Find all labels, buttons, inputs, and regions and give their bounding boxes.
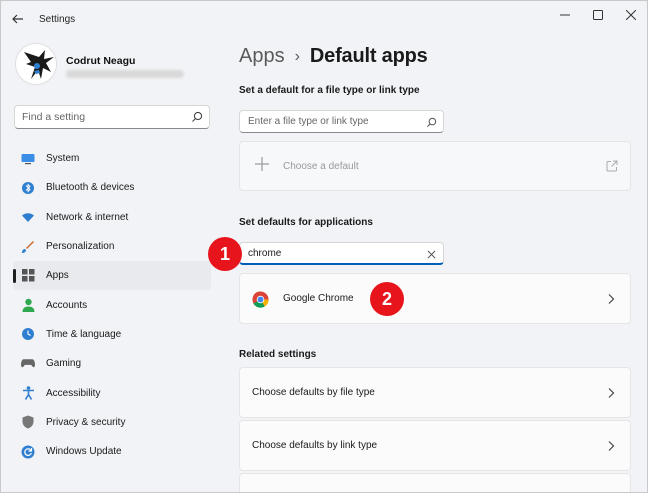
plus-icon <box>255 157 269 171</box>
sidebar-item-system[interactable]: System <box>13 144 211 173</box>
sidebar-item-apps[interactable]: Apps <box>13 261 211 291</box>
file-type-search[interactable] <box>239 110 444 133</box>
monitor-icon <box>21 152 35 166</box>
avatar-image-icon <box>16 44 56 84</box>
sidebar-nav: System Bluetooth & devices Network & int… <box>13 144 211 466</box>
gamepad-icon <box>21 357 35 371</box>
file-type-section-label: Set a default for a file type or link ty… <box>239 85 420 96</box>
breadcrumb-separator: › <box>294 47 300 65</box>
breadcrumb-apps[interactable]: Apps <box>239 45 285 68</box>
sidebar-item-accessibility[interactable]: Accessibility <box>13 378 211 407</box>
chevron-right-icon <box>608 388 615 398</box>
annotation-badge-1: 1 <box>208 237 242 271</box>
title-bar: Settings <box>1 1 647 37</box>
sidebar-item-label: Apps <box>46 270 69 282</box>
close-button[interactable] <box>619 7 643 23</box>
sidebar-item-windows-update[interactable]: Windows Update <box>13 437 211 466</box>
app-result-google-chrome[interactable]: Google Chrome <box>239 273 631 324</box>
chrome-logo-icon <box>252 291 269 308</box>
related-settings-card-partial[interactable] <box>239 473 631 492</box>
search-icon[interactable] <box>191 111 203 123</box>
defaults-by-file-type-label: Choose defaults by file type <box>252 387 375 398</box>
sidebar-item-label: System <box>46 153 80 165</box>
sidebar-item-label: Accounts <box>46 299 88 311</box>
sidebar-item-label: Network & internet <box>46 211 129 223</box>
chevron-right-icon <box>608 294 615 304</box>
app-search-input[interactable] <box>240 243 410 263</box>
window-title: Settings <box>39 14 76 25</box>
sidebar-search[interactable] <box>14 105 210 129</box>
user-name: Codrut Neagu <box>66 55 136 67</box>
annotation-badge-2: 2 <box>370 282 404 316</box>
sidebar-item-label: Windows Update <box>46 446 122 458</box>
sidebar-item-time-language[interactable]: Time & language <box>13 320 211 349</box>
sidebar-item-network[interactable]: Network & internet <box>13 203 211 232</box>
sidebar-item-label: Personalization <box>46 241 115 253</box>
sidebar-item-label: Gaming <box>46 358 82 370</box>
globe-clock-icon <box>21 327 35 341</box>
avatar <box>15 43 57 85</box>
find-setting-input[interactable] <box>15 106 175 128</box>
defaults-by-link-type[interactable]: Choose defaults by link type <box>239 420 631 471</box>
app-result-label: Google Chrome <box>283 293 354 304</box>
minimize-button[interactable] <box>553 7 577 23</box>
user-email-redacted <box>66 70 184 78</box>
shield-icon <box>21 415 35 429</box>
accessibility-icon <box>21 386 35 400</box>
open-external-icon <box>606 160 618 172</box>
defaults-by-link-type-label: Choose defaults by link type <box>252 440 378 451</box>
search-icon[interactable] <box>425 116 437 128</box>
app-search[interactable] <box>239 242 444 265</box>
person-icon <box>21 298 35 313</box>
apps-section-label: Set defaults for applications <box>239 217 373 228</box>
close-icon <box>626 10 636 20</box>
settings-window: Settings Codrut Neagu Find a setting Sys… <box>0 0 648 493</box>
related-settings-label: Related settings <box>239 349 317 360</box>
defaults-by-file-type[interactable]: Choose defaults by file type <box>239 367 631 418</box>
bluetooth-icon <box>21 181 35 195</box>
maximize-icon <box>593 10 603 20</box>
sidebar-item-gaming[interactable]: Gaming <box>13 349 211 378</box>
chevron-right-icon <box>608 441 615 451</box>
arrow-left-icon <box>12 14 23 24</box>
breadcrumb: Apps › Default apps <box>239 45 428 68</box>
sidebar-item-label: Bluetooth & devices <box>46 182 135 194</box>
brush-icon <box>21 240 35 254</box>
file-type-input[interactable] <box>240 111 410 132</box>
back-button[interactable] <box>9 10 27 28</box>
maximize-button[interactable] <box>586 7 610 23</box>
minimize-icon <box>560 14 570 16</box>
page-title: Default apps <box>309 45 428 67</box>
sidebar-item-privacy-security[interactable]: Privacy & security <box>13 408 211 437</box>
sidebar-item-label: Accessibility <box>46 387 101 399</box>
sidebar-item-label: Time & language <box>46 328 122 340</box>
wifi-icon <box>21 210 35 224</box>
sidebar-item-personalization[interactable]: Personalization <box>13 232 211 261</box>
sidebar-item-label: Privacy & security <box>46 416 126 428</box>
choose-default-label: Choose a default <box>283 161 359 172</box>
choose-default-card[interactable]: Choose a default <box>239 141 631 191</box>
update-icon <box>21 445 35 459</box>
sidebar-item-accounts[interactable]: Accounts <box>13 290 211 319</box>
apps-icon <box>21 269 35 283</box>
sidebar-item-bluetooth[interactable]: Bluetooth & devices <box>13 173 211 202</box>
clear-icon[interactable] <box>425 248 437 260</box>
